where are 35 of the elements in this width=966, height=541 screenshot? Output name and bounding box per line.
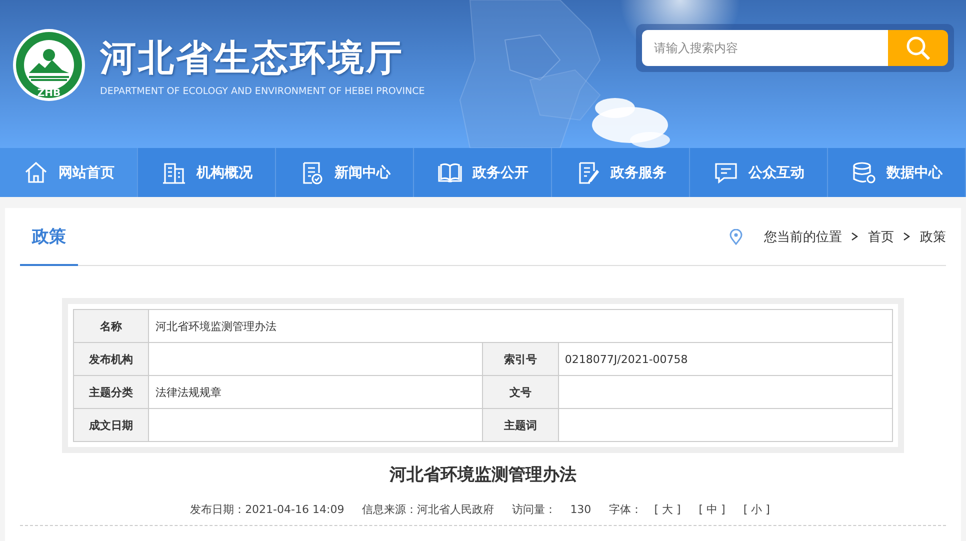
site-subtitle: DEPARTMENT OF ECOLOGY AND ENVIRONMENT OF HEBEI PROVINCE — [100, 86, 425, 96]
db-icon — [850, 160, 876, 186]
search-icon — [905, 35, 931, 61]
field-label: 发布机构 — [74, 342, 149, 376]
font-size-link[interactable]: [ 大 ] — [648, 502, 687, 517]
chevron-icon — [903, 232, 911, 241]
field-label: 成文日期 — [74, 408, 149, 442]
location-pin-icon — [729, 228, 743, 244]
field-label: 文号 — [482, 376, 558, 408]
field-label: 名称 — [74, 310, 149, 342]
field-label: 主题词 — [482, 408, 558, 442]
home-icon — [22, 160, 48, 186]
field-label: 主题分类 — [74, 376, 149, 408]
article-title: 河北省环境监测管理办法 — [388, 464, 578, 486]
font-size-label: 字体： — [609, 502, 642, 517]
field-value: 0218077J/2021-00758 — [558, 342, 892, 376]
publish-date: 发布日期：2021-04-16 14:09 — [190, 502, 344, 517]
search-button[interactable] — [888, 30, 948, 66]
field-value: 河北省环境监测管理办法 — [148, 310, 892, 342]
breadcrumb-link[interactable]: 首页 — [868, 228, 894, 246]
views-count: 130 — [570, 503, 592, 516]
chevron-icon — [851, 232, 859, 241]
field-label: 索引号 — [482, 342, 558, 376]
views-label: 访问量： — [512, 502, 556, 517]
section-tab[interactable]: 政策 — [20, 208, 78, 266]
nav-tab[interactable]: 网站首页 — [0, 148, 138, 197]
font-size-link[interactable]: [ 中 ] — [692, 502, 732, 517]
emblem-logo: ZHB — [12, 28, 86, 102]
font-size-link[interactable]: [ 小 ] — [737, 502, 776, 517]
info-source: 信息来源：河北省人民政府 — [362, 502, 494, 517]
search-field[interactable]: 请输入搜索内容 — [642, 30, 888, 66]
breadcrumb-link[interactable]: 政策 — [920, 228, 946, 246]
site-title: 河北省生态环境厅 — [100, 36, 405, 80]
breadcrumb-label: 您当前的位置 — [764, 228, 842, 246]
field-value: 法律法规规章 — [148, 376, 483, 408]
